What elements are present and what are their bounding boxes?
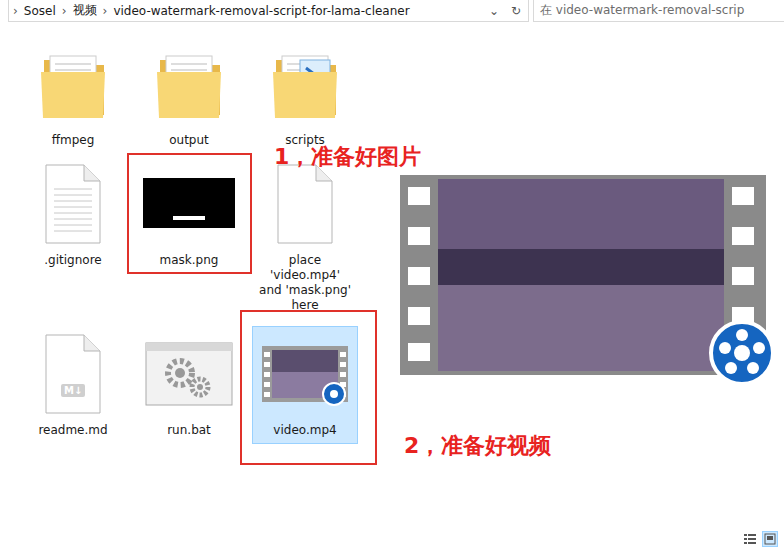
file-item[interactable]: ffmpeg xyxy=(20,36,126,156)
file-icon-box: M↓ xyxy=(23,329,123,419)
file-icon-box xyxy=(139,39,239,129)
media-player-logo-icon xyxy=(707,318,777,388)
file-name: video.mp4 xyxy=(273,423,336,438)
file-icon-box xyxy=(255,159,355,249)
folder-icon xyxy=(38,46,108,122)
text-file-icon xyxy=(38,163,108,245)
file-item[interactable]: M↓ readme.md xyxy=(20,326,126,446)
file-name: run.bat xyxy=(167,423,211,438)
video-thumbnail-icon xyxy=(260,342,350,406)
file-item[interactable]: output xyxy=(136,36,242,156)
dropdown-button[interactable]: ⌄ xyxy=(486,4,502,18)
file-icon-box xyxy=(139,329,239,419)
file-name: ffmpeg xyxy=(52,133,95,148)
file-icon-box xyxy=(139,159,239,249)
video-preview xyxy=(400,175,766,375)
file-icon-box xyxy=(255,329,355,419)
image-thumbnail-icon xyxy=(143,176,235,232)
file-icon xyxy=(270,163,340,245)
script-folder-icon xyxy=(270,46,340,122)
markdown-file-icon xyxy=(38,333,108,415)
markdown-badge: M↓ xyxy=(61,384,85,397)
file-item[interactable]: scripts xyxy=(252,36,358,156)
refresh-button[interactable]: ↻ xyxy=(508,4,524,18)
file-name: output xyxy=(169,133,209,148)
details-view-button[interactable] xyxy=(742,531,758,547)
file-item[interactable]: place 'video.mp4' and 'mask.png' here xyxy=(252,156,358,326)
large-icons-view-button[interactable] xyxy=(762,531,778,547)
gears-icon xyxy=(144,339,234,409)
file-item[interactable]: video.mp4 xyxy=(252,326,358,444)
video-highlight-box xyxy=(240,310,377,465)
breadcrumb[interactable]: 视频 xyxy=(73,2,97,19)
file-item[interactable]: .gitignore xyxy=(20,156,126,326)
breadcrumb-separator: › xyxy=(13,4,18,18)
address-bar[interactable]: › Sosel › 视频 › video-watermark-removal-script… xyxy=(8,0,529,22)
search-box[interactable]: 在 video-watermark-removal-scrip xyxy=(533,0,784,22)
breadcrumb-separator: › xyxy=(62,4,67,18)
file-name: .gitignore xyxy=(44,253,101,268)
file-name: place 'video.mp4' and 'mask.png' here xyxy=(257,253,353,313)
details-view-icon xyxy=(744,533,756,545)
file-name: readme.md xyxy=(38,423,107,438)
search-placeholder: 在 video-watermark-removal-scrip xyxy=(540,2,744,19)
breadcrumb[interactable]: video-watermark-removal-script-for-lama-… xyxy=(113,4,409,18)
annotation-label: 2，准备好视频 xyxy=(404,431,551,461)
folder-icon xyxy=(154,46,224,122)
file-icon-box xyxy=(255,39,355,129)
view-switcher xyxy=(742,531,778,547)
mask-highlight-box xyxy=(127,153,252,274)
file-item[interactable]: run.bat xyxy=(136,326,242,446)
address-row: › Sosel › 视频 › video-watermark-removal-script… xyxy=(0,0,784,22)
file-icon-box xyxy=(23,159,123,249)
breadcrumb[interactable]: Sosel xyxy=(24,4,56,18)
large-icons-view-icon xyxy=(764,533,776,545)
annotation-label: 1，准备好图片 xyxy=(274,142,421,172)
file-icon-box xyxy=(23,39,123,129)
file-name: mask.png xyxy=(160,253,219,268)
file-item[interactable]: mask.png xyxy=(136,156,242,326)
breadcrumb-separator: › xyxy=(103,4,108,18)
